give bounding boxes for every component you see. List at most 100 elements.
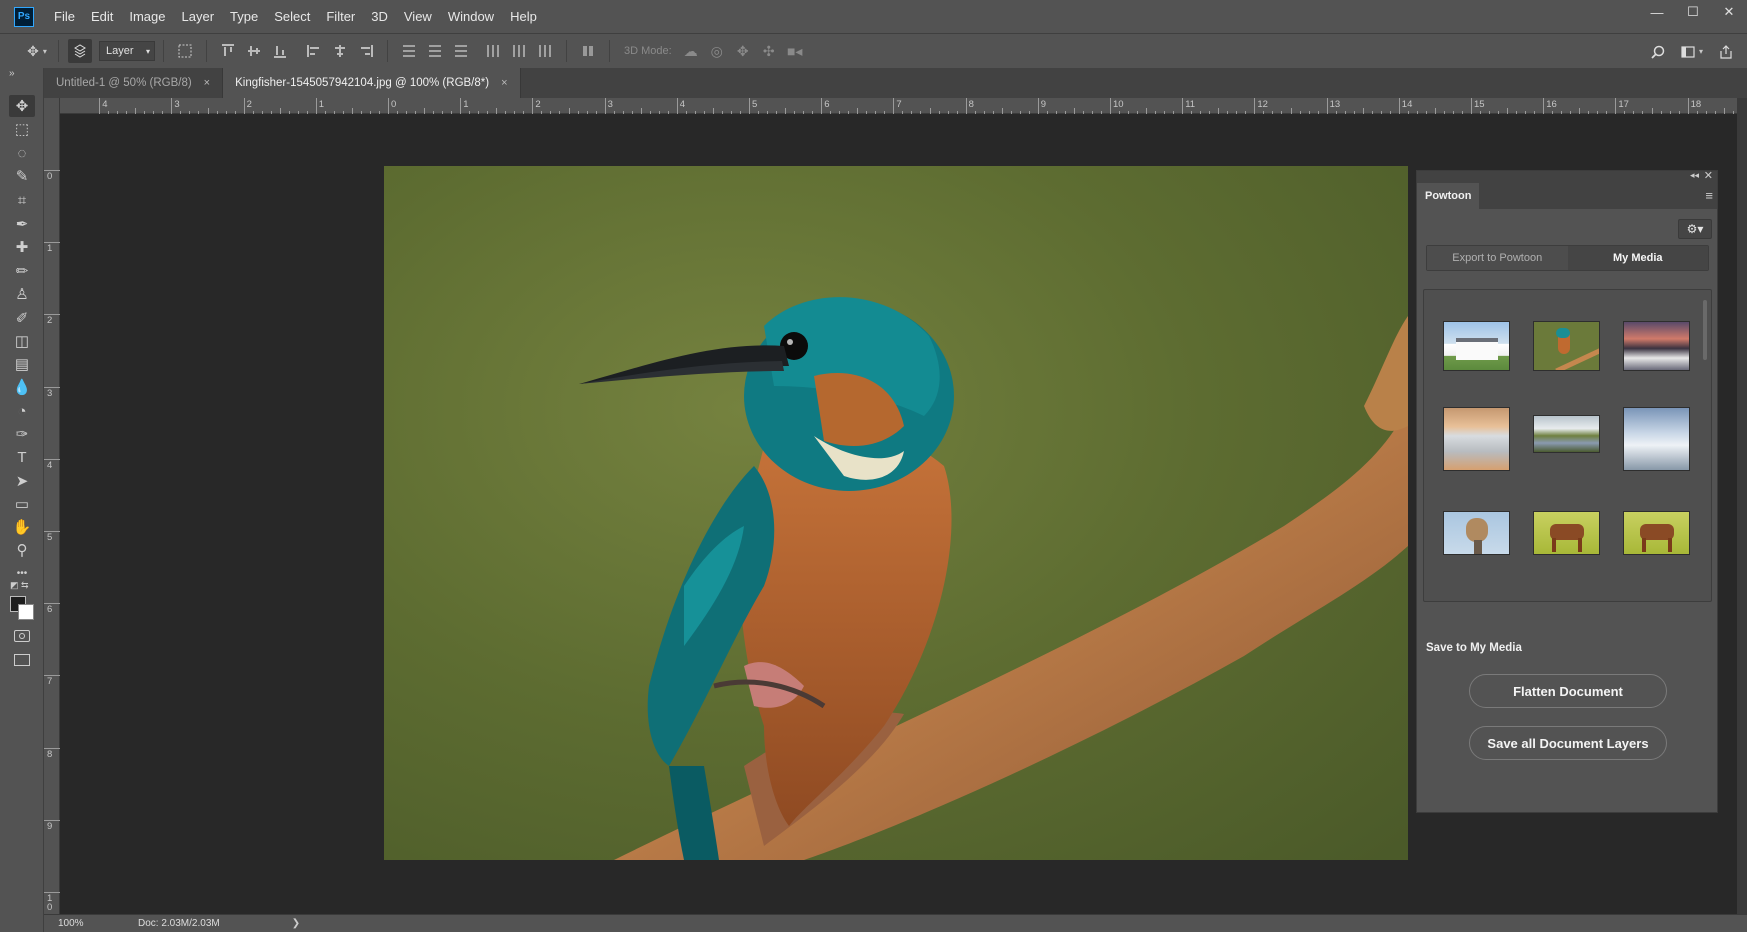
search-icon[interactable] bbox=[1646, 40, 1670, 64]
media-scrollbar[interactable] bbox=[1703, 300, 1707, 360]
type-tool-icon[interactable]: T bbox=[9, 446, 35, 468]
media-thumbnail-house[interactable] bbox=[1443, 321, 1510, 371]
save-all-document-layers-button[interactable]: Save all Document Layers bbox=[1469, 726, 1667, 760]
media-thumbnail-snowy-mountains[interactable] bbox=[1623, 407, 1690, 471]
lasso-tool-icon[interactable]: ◌ bbox=[9, 142, 35, 164]
menu-layer[interactable]: Layer bbox=[174, 0, 223, 33]
history-brush-tool-icon[interactable]: ✐ bbox=[9, 307, 35, 329]
marquee-tool-icon[interactable]: ⬚ bbox=[9, 118, 35, 140]
healing-brush-tool-icon[interactable]: ✚ bbox=[9, 236, 35, 258]
settings-gear-button[interactable]: ⚙▾ bbox=[1678, 219, 1712, 239]
align-vertical-center-icon[interactable] bbox=[242, 39, 266, 63]
tab-untitled-1[interactable]: Untitled-1 @ 50% (RGB/8) × bbox=[44, 68, 224, 98]
minimize-button[interactable]: — bbox=[1639, 0, 1675, 24]
menu-image[interactable]: Image bbox=[121, 0, 173, 33]
menu-window[interactable]: Window bbox=[440, 0, 502, 33]
stamp-tool-icon[interactable]: ♙ bbox=[9, 283, 35, 305]
tab-my-media[interactable]: My Media bbox=[1567, 246, 1708, 270]
3d-slide-icon[interactable]: ✣ bbox=[757, 39, 781, 63]
auto-select-icon[interactable] bbox=[68, 39, 92, 63]
background-color-swatch[interactable] bbox=[18, 604, 34, 620]
document-image-kingfisher[interactable] bbox=[384, 166, 1408, 860]
ruler-tick bbox=[460, 98, 462, 114]
auto-align-icon[interactable] bbox=[576, 39, 600, 63]
media-thumbnail-owl[interactable] bbox=[1443, 511, 1510, 555]
tab-powtoon[interactable]: Powtoon bbox=[1417, 183, 1480, 209]
status-menu-arrow-icon[interactable]: ❯ bbox=[292, 918, 300, 929]
workspace-icon[interactable]: ▾ bbox=[1680, 40, 1704, 64]
zoom-level[interactable]: 100% bbox=[44, 918, 100, 929]
maximize-button[interactable]: ☐ bbox=[1675, 0, 1711, 24]
menu-file[interactable]: File bbox=[46, 0, 83, 33]
3d-camera-icon[interactable]: ■◂ bbox=[783, 39, 807, 63]
distribute-right-icon[interactable] bbox=[533, 39, 557, 63]
gradient-tool-icon[interactable]: ▤ bbox=[9, 353, 35, 375]
align-top-icon[interactable] bbox=[216, 39, 240, 63]
ruler-tick bbox=[1543, 98, 1545, 114]
close-panel-icon[interactable]: ✕ bbox=[1704, 169, 1713, 182]
transform-controls-icon[interactable] bbox=[173, 39, 197, 63]
media-thumbnail-kingfisher[interactable] bbox=[1533, 321, 1600, 371]
crop-tool-icon[interactable]: ⌗ bbox=[9, 189, 35, 211]
auto-select-dropdown[interactable]: Layer ▾ bbox=[99, 41, 155, 61]
eraser-tool-icon[interactable]: ◫ bbox=[9, 330, 35, 352]
brush-tool-icon[interactable]: ✏ bbox=[9, 260, 35, 282]
flatten-document-button[interactable]: Flatten Document bbox=[1469, 674, 1667, 708]
ruler-tick bbox=[315, 98, 317, 114]
pen-tool-icon[interactable]: ✑ bbox=[9, 423, 35, 445]
menu-edit[interactable]: Edit bbox=[83, 0, 121, 33]
media-thumbnail-horse[interactable] bbox=[1533, 511, 1600, 555]
distribute-bottom-icon[interactable] bbox=[449, 39, 473, 63]
quick-mask-icon[interactable] bbox=[14, 630, 30, 642]
zoom-tool-icon[interactable]: ⚲ bbox=[9, 539, 35, 561]
ruler-label: 3 bbox=[607, 99, 613, 110]
close-window-button[interactable]: ✕ bbox=[1711, 0, 1747, 24]
media-thumbnail-sunset-village[interactable] bbox=[1623, 321, 1690, 371]
3d-pan-icon[interactable]: ✥ bbox=[731, 39, 755, 63]
tab-kingfisher[interactable]: Kingfisher-1545057942104.jpg @ 100% (RGB… bbox=[223, 68, 521, 98]
align-right-icon[interactable] bbox=[354, 39, 378, 63]
quick-select-tool-icon[interactable]: ✎ bbox=[9, 165, 35, 187]
align-bottom-icon[interactable] bbox=[268, 39, 292, 63]
ruler-label: 6 bbox=[824, 99, 830, 110]
distribute-hcenter-icon[interactable] bbox=[507, 39, 531, 63]
align-left-icon[interactable] bbox=[302, 39, 326, 63]
menu-help[interactable]: Help bbox=[502, 0, 545, 33]
tab-export-to-powtoon[interactable]: Export to Powtoon bbox=[1427, 246, 1568, 270]
share-icon[interactable] bbox=[1714, 40, 1738, 64]
3d-roll-icon[interactable]: ◎ bbox=[705, 39, 729, 63]
menu-type[interactable]: Type bbox=[222, 0, 266, 33]
move-tool-icon[interactable]: ✥ bbox=[9, 95, 35, 117]
expand-panel-icon[interactable]: » bbox=[9, 68, 15, 79]
move-tool-preset-icon[interactable]: ✥ ▾ bbox=[25, 39, 49, 63]
eyedropper-tool-icon[interactable]: ✒ bbox=[9, 213, 35, 235]
vertical-scrollbar[interactable] bbox=[1737, 98, 1747, 914]
options-bar: ✥ ▾ Layer ▾ 3D Mode: ☁ ◎ ✥ ✣ ■◂ ▾ bbox=[0, 33, 1747, 68]
panel-menu-icon[interactable]: ≡ bbox=[1705, 188, 1713, 203]
media-thumbnail-horse[interactable] bbox=[1623, 511, 1690, 555]
menu-filter[interactable]: Filter bbox=[318, 0, 363, 33]
ruler-label: 1 bbox=[463, 99, 469, 110]
media-thumbnail-caravan[interactable] bbox=[1443, 407, 1510, 471]
close-tab-icon[interactable]: × bbox=[204, 77, 210, 89]
ruler-label: 14 bbox=[1401, 99, 1413, 110]
media-thumbnail-lake-valley[interactable] bbox=[1533, 415, 1600, 453]
align-horizontal-center-icon[interactable] bbox=[328, 39, 352, 63]
path-select-tool-icon[interactable]: ➤ bbox=[9, 470, 35, 492]
collapse-panel-icon[interactable]: ◂◂ bbox=[1690, 170, 1699, 181]
more-tools-icon[interactable]: ••• bbox=[9, 562, 35, 584]
3d-orbit-icon[interactable]: ☁ bbox=[679, 39, 703, 63]
screen-mode-icon[interactable] bbox=[14, 654, 30, 666]
menu-3d[interactable]: 3D bbox=[363, 0, 396, 33]
ruler-label: 17 bbox=[1618, 99, 1629, 110]
menu-view[interactable]: View bbox=[396, 0, 440, 33]
distribute-top-icon[interactable] bbox=[397, 39, 421, 63]
hand-tool-icon[interactable]: ✋ bbox=[9, 516, 35, 538]
distribute-vcenter-icon[interactable] bbox=[423, 39, 447, 63]
dodge-tool-icon[interactable]: ◔ bbox=[9, 400, 35, 422]
menu-select[interactable]: Select bbox=[266, 0, 318, 33]
distribute-left-icon[interactable] bbox=[481, 39, 505, 63]
blur-tool-icon[interactable]: 💧 bbox=[9, 376, 35, 398]
close-tab-icon[interactable]: × bbox=[501, 77, 507, 89]
rectangle-tool-icon[interactable]: ▭ bbox=[9, 493, 35, 515]
